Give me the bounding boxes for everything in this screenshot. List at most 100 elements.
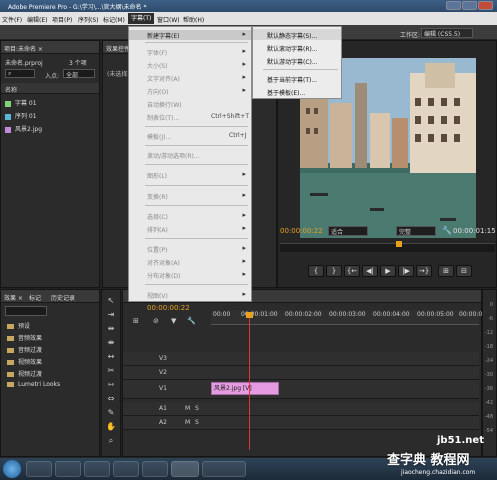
track-select-tool-icon[interactable]: ⇥: [106, 310, 116, 320]
project-item[interactable]: 字幕 01: [5, 98, 37, 109]
lift-button[interactable]: ⊞: [438, 265, 454, 277]
go-to-out-button[interactable]: →}: [416, 265, 432, 277]
menu-help[interactable]: 帮助(H): [183, 15, 204, 24]
project-item[interactable]: 风景2.jpg: [5, 124, 42, 135]
taskbar-window-button[interactable]: [202, 461, 246, 477]
razor-tool-icon[interactable]: ✂: [106, 366, 116, 376]
submenu-item-based-on-current[interactable]: 基于当前字幕(T)...: [253, 73, 341, 84]
effects-folder[interactable]: 预设: [7, 321, 30, 330]
go-to-in-button[interactable]: {←: [344, 265, 360, 277]
track-row[interactable]: V2: [123, 366, 479, 380]
menu-item-view[interactable]: 视图(V) ▸: [129, 290, 251, 300]
menu-item-new-title[interactable]: 新建字幕(E) ▸: [129, 30, 251, 40]
menu-item-arrange[interactable]: 排列(A) ▸: [129, 224, 251, 234]
mute-icon[interactable]: M: [185, 419, 190, 426]
taskbar-app-icon[interactable]: [113, 461, 139, 477]
in-point-select[interactable]: 全部: [63, 69, 95, 79]
taskbar-app-icon[interactable]: [142, 461, 168, 477]
project-column-header[interactable]: 名称: [1, 83, 99, 94]
slip-tool-icon[interactable]: ⇿: [106, 380, 116, 390]
pen-tool-icon[interactable]: ✎: [106, 408, 116, 418]
menu-item-templates[interactable]: 模板(J)... Ctrl+J: [129, 131, 251, 141]
taskbar-premiere-icon[interactable]: [171, 461, 199, 477]
marker-icon[interactable]: ▼: [171, 317, 176, 325]
taskbar-app-icon[interactable]: [84, 461, 110, 477]
submenu-item-based-on-template[interactable]: 基于模板(E)...: [253, 86, 341, 97]
menu-sequence[interactable]: 序列(S): [78, 15, 99, 24]
submenu-item-default-still[interactable]: 默认静态字幕(S)...: [253, 29, 341, 40]
play-button[interactable]: ▶: [380, 265, 396, 277]
menu-item-orientation[interactable]: 方向(O) ▸: [129, 86, 251, 96]
mark-out-button[interactable]: }: [326, 265, 342, 277]
snap-icon[interactable]: ⊞: [133, 317, 139, 325]
playhead-marker-icon[interactable]: [246, 312, 253, 318]
step-forward-button[interactable]: |▶: [398, 265, 414, 277]
rate-stretch-tool-icon[interactable]: ↔: [106, 352, 116, 362]
zoom-tool-icon[interactable]: ⌕: [106, 436, 116, 446]
program-scrubber[interactable]: [280, 241, 495, 252]
wrench-icon[interactable]: 🔧: [442, 226, 452, 235]
effects-folder[interactable]: 视频过渡: [7, 369, 42, 378]
menu-item-text-align[interactable]: 文字对齐(A) ▸: [129, 73, 251, 83]
effects-search-input[interactable]: [5, 306, 47, 316]
effects-folder[interactable]: Lumetri Looks: [7, 381, 60, 388]
minimize-button[interactable]: [446, 1, 461, 10]
menu-project[interactable]: 项目(P): [52, 15, 72, 24]
zoom-select[interactable]: 适合: [328, 226, 368, 236]
tab-project[interactable]: 项目:未命名 ×: [4, 44, 43, 53]
menu-item-position[interactable]: 位置(P) ▸: [129, 244, 251, 254]
link-icon[interactable]: ⊘: [153, 317, 159, 325]
effects-folder[interactable]: 音频过渡: [7, 345, 42, 354]
taskbar-app-icon[interactable]: [26, 461, 52, 477]
step-back-button[interactable]: ◀|: [362, 265, 378, 277]
menu-item-tab-stops[interactable]: 制表位(T)... Ctrl+Shift+T: [129, 112, 251, 122]
slide-tool-icon[interactable]: ⇔: [106, 394, 116, 404]
project-item[interactable]: 序列 01: [5, 111, 37, 122]
taskbar-app-icon[interactable]: [55, 461, 81, 477]
mute-icon[interactable]: M: [185, 405, 190, 412]
rolling-edit-tool-icon[interactable]: ⇼: [106, 338, 116, 348]
menu-item-size[interactable]: 大小(S) ▸: [129, 60, 251, 70]
tab-effects[interactable]: 效果 ×: [4, 293, 23, 302]
menu-item-align-objects[interactable]: 对齐对象(A) ▸: [129, 257, 251, 267]
playhead-icon[interactable]: [396, 241, 402, 247]
submenu-item-default-roll[interactable]: 默认滚动字幕(R)...: [253, 42, 341, 53]
solo-icon[interactable]: S: [195, 419, 199, 426]
submenu-item-default-crawl[interactable]: 默认游动字幕(C)...: [253, 55, 341, 66]
timeline-timecode[interactable]: 00:00:00:22: [147, 304, 190, 312]
tab-history[interactable]: 历史记录: [51, 293, 75, 302]
timeline-playhead[interactable]: [249, 312, 250, 450]
timeline-clip[interactable]: 风景2.jpg [V]: [211, 382, 279, 395]
start-button-icon[interactable]: [3, 460, 21, 478]
hand-tool-icon[interactable]: ✋: [106, 422, 116, 432]
menu-item-font[interactable]: 字体(F) ▸: [129, 47, 251, 57]
workspace-select[interactable]: 编辑 (CS5.5): [421, 28, 473, 38]
menu-file[interactable]: 文件(F): [2, 15, 22, 24]
tab-effect-controls[interactable]: 效果控件: [106, 44, 130, 53]
menu-item-roll-crawl-options[interactable]: 滚动/游动选项(R)...: [129, 150, 251, 160]
close-button[interactable]: [478, 1, 493, 10]
mark-in-button[interactable]: {: [308, 265, 324, 277]
effects-folder[interactable]: 音频效果: [7, 333, 42, 342]
menu-item-graphic[interactable]: 图形(L) ▸: [129, 170, 251, 180]
extract-button[interactable]: ⊟: [456, 265, 472, 277]
track-row[interactable]: A2 M S: [123, 416, 479, 430]
menu-item-transform[interactable]: 变换(R) ▸: [129, 191, 251, 201]
quality-select[interactable]: 完整: [396, 226, 436, 236]
menu-marker[interactable]: 标记(M): [103, 15, 125, 24]
track-row[interactable]: A1 M S: [123, 402, 479, 416]
settings-icon[interactable]: 🔧: [187, 317, 196, 325]
tab-markers[interactable]: 标记: [29, 293, 41, 302]
program-timecode[interactable]: 00:00:00:22: [280, 227, 323, 235]
menu-title[interactable]: 字幕(T): [128, 13, 155, 24]
track-row[interactable]: V3: [123, 352, 479, 366]
ripple-edit-tool-icon[interactable]: ⇹: [106, 324, 116, 334]
menu-item-distribute-objects[interactable]: 分布对象(D) ▸: [129, 270, 251, 280]
solo-icon[interactable]: S: [195, 405, 199, 412]
maximize-button[interactable]: [462, 1, 477, 10]
menu-edit[interactable]: 编辑(E): [27, 15, 47, 24]
project-search-input[interactable]: ⌕: [5, 69, 35, 78]
track-row[interactable]: V1 风景2.jpg [V]: [123, 380, 479, 399]
menu-window[interactable]: 窗口(W): [157, 15, 180, 24]
menu-item-select[interactable]: 选择(C) ▸: [129, 211, 251, 221]
